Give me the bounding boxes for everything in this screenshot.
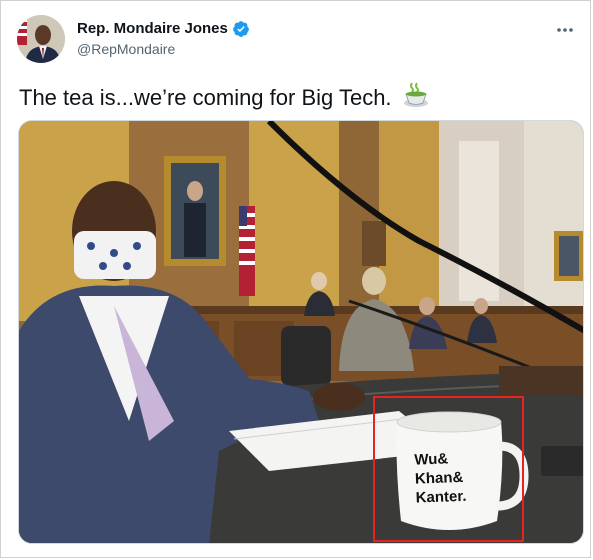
hot-beverage-emoji-icon (402, 81, 430, 116)
author-display-name[interactable]: Rep. Mondaire Jones (77, 19, 228, 39)
tweet-header: Rep. Mondaire Jones @RepMondaire (17, 15, 250, 63)
author-names: Rep. Mondaire Jones @RepMondaire (77, 19, 250, 59)
name-row: Rep. Mondaire Jones (77, 19, 250, 39)
tweet-card[interactable]: Rep. Mondaire Jones @RepMondaire The tea… (0, 0, 591, 558)
more-options-button[interactable] (554, 19, 576, 41)
ellipsis-icon (557, 28, 573, 32)
tweet-body: The tea is...we’re coming for Big Tech. (19, 85, 392, 110)
mug-highlight-box (373, 396, 524, 542)
avatar-photo-icon (17, 15, 65, 63)
author-handle[interactable]: @RepMondaire (77, 39, 250, 59)
author-avatar[interactable] (17, 15, 65, 63)
tweet-text: The tea is...we’re coming for Big Tech. (19, 81, 430, 116)
verified-badge-icon (232, 21, 249, 37)
